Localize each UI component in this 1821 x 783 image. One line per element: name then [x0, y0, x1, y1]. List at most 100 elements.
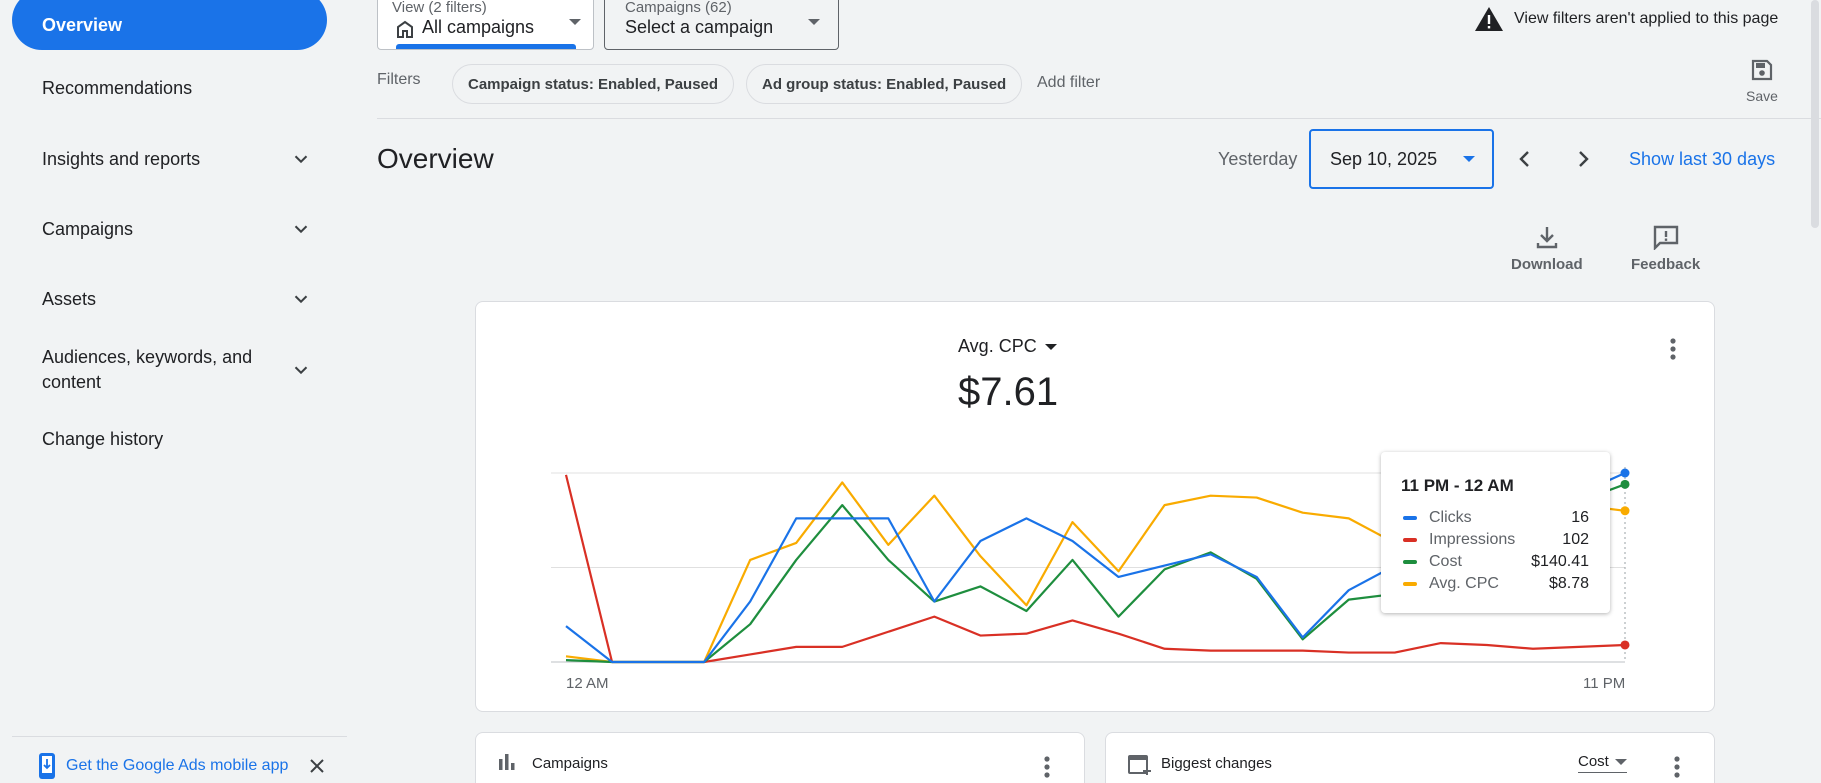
filter-chip-campaign-status[interactable]: Campaign status: Enabled, Paused: [452, 64, 735, 104]
metric-label[interactable]: Avg. CPC: [958, 336, 1057, 357]
metric-label-text: Avg. CPC: [958, 336, 1037, 356]
more-vert-icon[interactable]: [1673, 755, 1681, 779]
nav-item-label: Change history: [42, 429, 164, 449]
metric-value: 175: [496, 370, 563, 414]
phone-icon: [39, 753, 55, 779]
home-icon: [397, 20, 413, 38]
save-button[interactable]: Save: [1740, 58, 1784, 104]
metric-selector[interactable]: Cost: [1578, 753, 1627, 773]
metric-tile-impressions[interactable]: Impressions 3.28K: [707, 302, 938, 447]
campaigns-card: Campaigns: [475, 732, 1085, 783]
series-point-avg-cpc[interactable]: [1620, 506, 1630, 516]
metric-label[interactable]: Cost: [1189, 336, 1247, 357]
nav-item-label: Audiences, keywords, and content: [42, 347, 253, 392]
metric-tile-avg-cpc[interactable]: Avg. CPC $7.61: [938, 302, 1169, 447]
nav-item-recommendations[interactable]: Recommendations: [42, 78, 312, 99]
filter-chip-label: Ad group status: Enabled, Paused: [762, 75, 1007, 93]
tooltip-title: 11 PM - 12 AM: [1401, 476, 1514, 495]
download-button[interactable]: Download: [1511, 224, 1583, 273]
view-selector-underline: [396, 44, 576, 49]
date-range-label: Yesterday: [1218, 149, 1298, 169]
chevron-down-icon: [294, 225, 308, 234]
chevron-right-icon[interactable]: [1571, 147, 1595, 171]
campaigns-card-title: Campaigns: [532, 755, 608, 772]
metric-label-text: Cost: [1189, 336, 1227, 356]
nav-item-campaigns[interactable]: Campaigns: [42, 218, 312, 240]
page-scrollbar[interactable]: [1811, 0, 1819, 228]
view-selector[interactable]: View (2 filters) All campaigns: [377, 0, 594, 50]
metric-label[interactable]: Clicks: [496, 336, 564, 357]
legend-swatch: [1403, 560, 1417, 564]
mobile-app-link[interactable]: Get the Google Ads mobile app: [38, 752, 288, 780]
nav-item-label: Insights and reports: [42, 148, 201, 169]
dropdown-arrow-icon: [569, 19, 581, 25]
biggest-changes-card: Biggest changes Cost: [1105, 732, 1715, 783]
filters-warning: View filters aren't applied to this page: [1474, 6, 1778, 32]
save-icon: [1751, 59, 1773, 81]
more-vert-icon[interactable]: [1043, 755, 1051, 779]
x-tick-label: 11 PM: [1583, 675, 1625, 692]
series-point-cost[interactable]: [1620, 479, 1630, 489]
dropdown-arrow-icon: [1463, 156, 1475, 162]
more-vert-icon[interactable]: [1669, 337, 1677, 361]
tooltip-row-value: 16: [1571, 509, 1589, 526]
performance-card: Clicks 175 Impressions 3.28K Avg. CPC $7…: [475, 301, 1715, 712]
chevron-down-icon: [294, 155, 308, 164]
close-icon[interactable]: [307, 756, 327, 776]
metric-value: $7.61: [958, 370, 1059, 414]
campaign-selector[interactable]: Campaigns (62) Select a campaign: [604, 0, 839, 50]
biggest-changes-title: Biggest changes: [1161, 755, 1272, 772]
metric-tile-clicks[interactable]: Clicks 175: [476, 302, 707, 447]
date-picker[interactable]: Sep 10, 2025: [1309, 129, 1494, 189]
add-filter-button[interactable]: Add filter: [1037, 74, 1100, 92]
feedback-label: Feedback: [1631, 256, 1701, 273]
feedback-button[interactable]: Feedback: [1631, 224, 1700, 273]
metric-tile-cost[interactable]: Cost $1.33K: [1169, 302, 1400, 447]
nav-item-assets[interactable]: Assets: [42, 288, 312, 310]
tooltip-row-label: Clicks: [1429, 509, 1472, 526]
nav-item-label: Campaigns: [42, 218, 134, 239]
nav-item-label: Overview: [42, 14, 123, 35]
show-last-30-days-link[interactable]: Show last 30 days: [1629, 149, 1775, 170]
chevron-down-icon: [294, 366, 308, 375]
bar-chart-icon: [499, 754, 515, 770]
save-label: Save: [1746, 88, 1778, 104]
nav-item-change-history[interactable]: Change history: [42, 429, 312, 450]
dropdown-arrow-icon: [808, 19, 820, 25]
series-point-impressions[interactable]: [1620, 640, 1630, 650]
tooltip-row-impressions: Impressions 102: [1403, 531, 1589, 549]
legend-swatch: [1403, 516, 1417, 520]
metric-label[interactable]: Impressions: [727, 336, 845, 357]
feedback-icon: [1653, 225, 1678, 250]
tooltip-row-clicks: Clicks 16: [1403, 509, 1589, 527]
chevron-left-icon[interactable]: [1513, 147, 1537, 171]
sidebar-divider: [12, 736, 347, 737]
tooltip-row-label: Avg. CPC: [1429, 575, 1499, 592]
dropdown-arrow-icon: [552, 343, 564, 350]
nav-item-audiences-keywords-content[interactable]: Audiences, keywords, and content: [42, 345, 312, 395]
metric-label-text: Clicks: [496, 336, 544, 356]
chart-tooltip: 11 PM - 12 AM Clicks 16 Impressions 102 …: [1381, 452, 1610, 613]
tooltip-row-value: $8.78: [1548, 575, 1589, 592]
legend-swatch: [1403, 582, 1417, 586]
filter-chip-ad-group-status[interactable]: Ad group status: Enabled, Paused: [746, 64, 1023, 104]
page-title: Overview: [377, 143, 494, 174]
nav-item-insights-and-reports[interactable]: Insights and reports: [42, 148, 312, 170]
filter-chip-label: Campaign status: Enabled, Paused: [468, 75, 719, 93]
campaign-selector-label: Campaigns (62): [625, 0, 732, 16]
view-selector-value: All campaigns: [422, 17, 535, 37]
mobile-app-label: Get the Google Ads mobile app: [66, 757, 289, 774]
nav-item-label: Assets: [42, 288, 97, 309]
tooltip-row-cost: Cost $140.41: [1403, 553, 1589, 571]
nav-item-overview[interactable]: Overview: [12, 0, 327, 50]
warning-icon: [1475, 7, 1503, 31]
tooltip-row-label: Cost: [1429, 553, 1462, 570]
download-icon: [1536, 227, 1558, 249]
filters-label: Filters: [377, 71, 421, 88]
nav-item-label: Recommendations: [42, 78, 193, 98]
view-selector-label: View (2 filters): [392, 0, 487, 16]
dropdown-arrow-icon: [1614, 758, 1627, 765]
series-point-clicks[interactable]: [1620, 468, 1630, 478]
tooltip-row-avg-cpc: Avg. CPC $8.78: [1403, 575, 1589, 593]
metric-value: $1.33K: [1189, 370, 1316, 414]
